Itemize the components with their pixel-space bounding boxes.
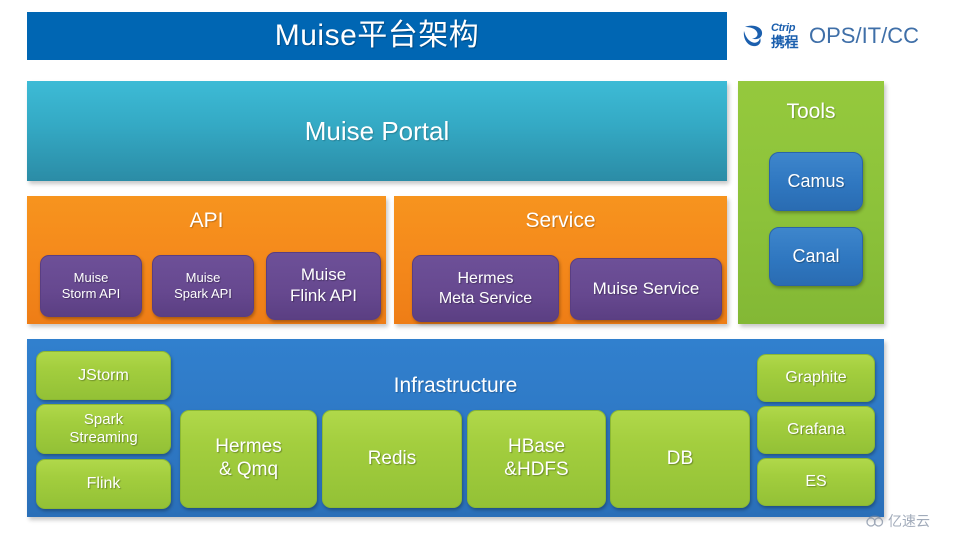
tools-panel-label: Tools	[786, 100, 836, 123]
infra-item-flink: Flink	[36, 459, 171, 509]
department-label: OPS/IT/CC	[809, 23, 920, 48]
infra-item-graphite: Graphite	[757, 354, 875, 402]
api-item-muise-spark-api: Muise Spark API	[152, 255, 254, 317]
infra-item-hbase-hdfs: HBase &HDFS	[467, 410, 606, 508]
service-item-hermes-meta-service: Hermes Meta Service	[412, 255, 559, 322]
infra-item-spark-streaming: Spark Streaming	[36, 404, 171, 454]
chip-line: HBase	[507, 436, 566, 458]
cloud-icon	[866, 515, 884, 528]
infra-item-hermes-qmq: Hermes & Qmq	[180, 410, 317, 508]
chip-line: Hermes	[215, 436, 282, 458]
watermark: 亿速云	[866, 514, 930, 528]
chip-line: Muise	[73, 270, 109, 286]
chip-line: JStorm	[78, 366, 129, 384]
slide-title-bar: Muise平台架构	[27, 12, 727, 60]
infra-item-redis: Redis	[322, 410, 462, 508]
chip-line: Muise	[185, 270, 221, 286]
chip-line: Flink API	[289, 286, 358, 305]
api-item-muise-storm-api: Muise Storm API	[40, 255, 142, 317]
chip-line: Spark API	[174, 286, 232, 301]
ctrip-latin-name: Ctrip	[771, 22, 796, 34]
chip-line: Hermes	[457, 269, 514, 287]
tools-item-canal: Canal	[769, 227, 863, 286]
infra-item-jstorm: JStorm	[36, 351, 171, 400]
chip-line: DB	[666, 447, 694, 469]
muise-portal-label: Muise Portal	[304, 115, 450, 146]
infra-item-db: DB	[610, 410, 750, 508]
infra-item-es: ES	[757, 458, 875, 506]
api-item-muise-flink-api: Muise Flink API	[266, 252, 381, 320]
service-item-muise-service: Muise Service	[570, 258, 722, 320]
chip-line: &HDFS	[504, 459, 569, 480]
chip-line: Redis	[367, 447, 417, 469]
page-title: Muise平台架构	[274, 19, 480, 52]
chip-line: & Qmq	[218, 459, 279, 480]
api-panel-label: API	[189, 209, 224, 232]
infra-item-grafana: Grafana	[757, 406, 875, 454]
tools-item-camus: Camus	[769, 152, 863, 211]
chip-line: Grafana	[787, 421, 845, 439]
chip-line: Streaming	[69, 429, 138, 446]
muise-portal-panel: Muise Portal	[27, 81, 727, 181]
ctrip-chinese-name: 携程	[771, 34, 799, 50]
chip-line: Storm API	[61, 286, 121, 301]
chip-line: Meta Service	[438, 289, 533, 307]
chip-line: Spark	[83, 411, 124, 428]
watermark-text: 亿速云	[888, 513, 930, 529]
chip-line: Muise Service	[592, 278, 700, 298]
service-panel-label: Service	[525, 209, 596, 232]
chip-line: Flink	[86, 475, 121, 493]
chip-line: Muise	[300, 265, 347, 285]
ctrip-dolphin-icon	[742, 23, 764, 49]
slide-canvas: Muise平台架构 Ctrip 携程 OPS/IT/CC Muise Porta…	[0, 0, 960, 540]
chip-line: Graphite	[785, 369, 847, 387]
brand-logo: Ctrip 携程 OPS/IT/CC	[742, 16, 919, 56]
chip-line: ES	[805, 473, 827, 491]
ctrip-wordmark: Ctrip 携程	[771, 22, 799, 50]
